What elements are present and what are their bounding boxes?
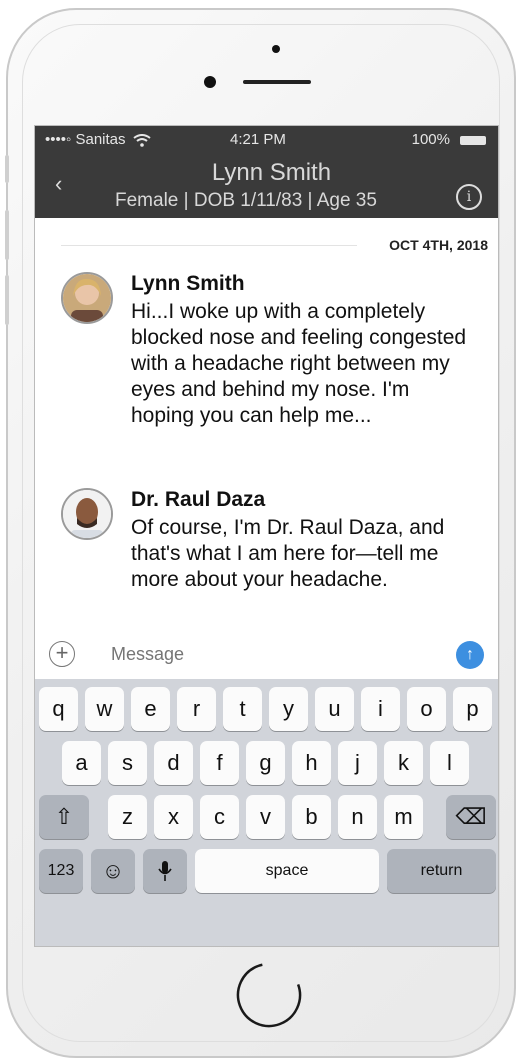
status-bar: ••••◦ Sanitas 4:21 PM 100% bbox=[35, 126, 498, 156]
volume-down-button bbox=[5, 275, 9, 325]
send-icon[interactable]: ↑ bbox=[456, 641, 484, 669]
key-m[interactable]: m bbox=[384, 795, 423, 839]
key-n[interactable]: n bbox=[338, 795, 377, 839]
message-input[interactable] bbox=[109, 643, 393, 666]
key-r[interactable]: r bbox=[177, 687, 216, 731]
chat-header: ‹ Lynn Smith Female | DOB 1/11/83 | Age … bbox=[35, 156, 498, 218]
battery-percent: 100% bbox=[411, 131, 450, 148]
info-icon[interactable]: i bbox=[456, 184, 482, 210]
volume-up-button bbox=[5, 210, 9, 260]
conversation-date: OCT 4TH, 2018 bbox=[389, 237, 488, 253]
avatar[interactable] bbox=[61, 488, 113, 540]
message-text: Hi...I woke up with a completely blocked… bbox=[131, 300, 467, 427]
key-w[interactable]: w bbox=[85, 687, 124, 731]
space-key[interactable]: space bbox=[195, 849, 379, 893]
key-z[interactable]: z bbox=[108, 795, 147, 839]
emoji-icon[interactable]: ☺ bbox=[91, 849, 135, 893]
key-e[interactable]: e bbox=[131, 687, 170, 731]
keyboard: q w e r t y u i o p a s d f g h j k l ⇧ … bbox=[35, 679, 498, 946]
key-j[interactable]: j bbox=[338, 741, 377, 785]
carrier-label: ••••◦ Sanitas bbox=[45, 131, 151, 148]
delete-icon[interactable]: ⌫ bbox=[446, 795, 496, 839]
key-c[interactable]: c bbox=[200, 795, 239, 839]
earpiece-speaker bbox=[243, 80, 311, 84]
home-button[interactable] bbox=[236, 962, 302, 1028]
message-composer: + ↑ bbox=[35, 631, 498, 677]
key-x[interactable]: x bbox=[154, 795, 193, 839]
key-q[interactable]: q bbox=[39, 687, 78, 731]
date-divider bbox=[61, 245, 357, 246]
key-s[interactable]: s bbox=[108, 741, 147, 785]
key-o[interactable]: o bbox=[407, 687, 446, 731]
shift-icon[interactable]: ⇧ bbox=[39, 795, 89, 839]
key-k[interactable]: k bbox=[384, 741, 423, 785]
key-p[interactable]: p bbox=[453, 687, 492, 731]
key-a[interactable]: a bbox=[62, 741, 101, 785]
front-camera bbox=[204, 76, 216, 88]
key-b[interactable]: b bbox=[292, 795, 331, 839]
numbers-key[interactable]: 123 bbox=[39, 849, 83, 893]
message-sender: Dr. Raul Daza bbox=[131, 488, 266, 511]
wifi-icon bbox=[133, 133, 151, 147]
patient-avatar-photo bbox=[63, 274, 111, 322]
key-t[interactable]: t bbox=[223, 687, 262, 731]
patient-name: Lynn Smith bbox=[211, 159, 332, 186]
battery-icon bbox=[460, 136, 486, 145]
app-screen: ••••◦ Sanitas 4:21 PM 100% ‹ Lynn Smith … bbox=[34, 125, 499, 947]
key-y[interactable]: y bbox=[269, 687, 308, 731]
return-key[interactable]: return bbox=[387, 849, 496, 893]
key-f[interactable]: f bbox=[200, 741, 239, 785]
proximity-sensor bbox=[272, 45, 280, 53]
patient-details: Female | DOB 1/11/83 | Age 35 bbox=[115, 190, 377, 211]
key-v[interactable]: v bbox=[246, 795, 285, 839]
key-u[interactable]: u bbox=[315, 687, 354, 731]
doctor-avatar-photo bbox=[63, 490, 111, 538]
key-d[interactable]: d bbox=[154, 741, 193, 785]
key-l[interactable]: l bbox=[430, 741, 469, 785]
microphone-icon[interactable] bbox=[143, 849, 187, 893]
message-sender: Lynn Smith bbox=[131, 272, 245, 295]
message-text: Of course, I'm Dr. Raul Daza, and that's… bbox=[131, 516, 445, 591]
key-h[interactable]: h bbox=[292, 741, 331, 785]
avatar[interactable] bbox=[61, 272, 113, 324]
key-i[interactable]: i bbox=[361, 687, 400, 731]
mute-switch bbox=[5, 155, 9, 183]
status-time: 4:21 PM bbox=[230, 131, 286, 148]
key-g[interactable]: g bbox=[246, 741, 285, 785]
mic-glyph bbox=[158, 860, 172, 881]
add-attachment-icon[interactable]: + bbox=[49, 641, 75, 667]
